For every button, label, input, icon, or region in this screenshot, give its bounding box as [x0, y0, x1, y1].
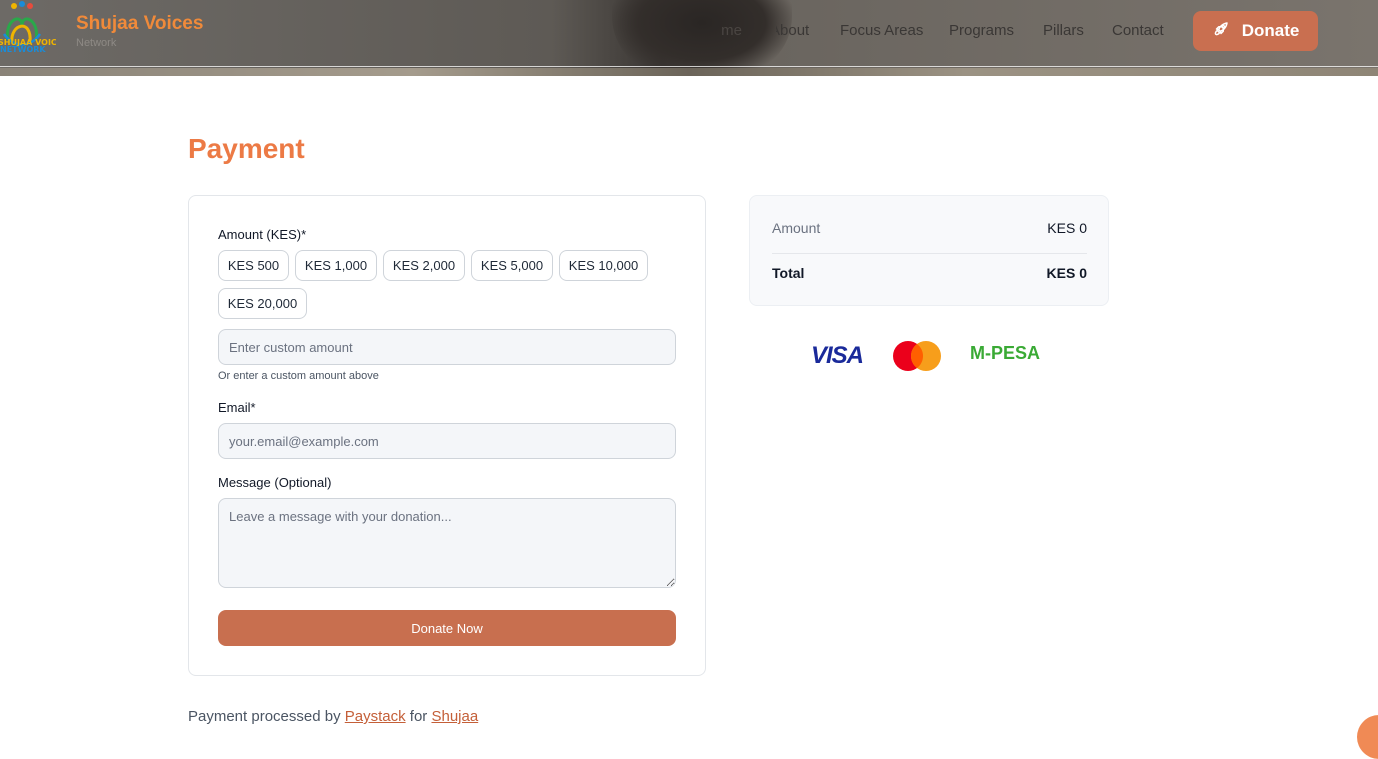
nav-contact[interactable]: Contact [1112, 22, 1164, 42]
summary-amount-value: KES 0 [1047, 220, 1087, 236]
message-label: Message (Optional) [218, 475, 332, 490]
preset-amount-2000[interactable]: KES 2,000 [383, 250, 465, 281]
summary-total-value: KES 0 [1046, 265, 1087, 281]
summary-amount-row: Amount KES 0 [772, 220, 1087, 236]
preset-amount-5000[interactable]: KES 5,000 [471, 250, 553, 281]
processor-prefix: Payment processed by [188, 708, 341, 725]
email-input[interactable] [218, 423, 676, 459]
summary-total-label: Total [772, 265, 805, 281]
summary-total-row: Total KES 0 [772, 265, 1087, 281]
hero-background-ground [0, 68, 1378, 76]
summary-amount-label: Amount [772, 220, 821, 236]
page-title: Payment [188, 133, 305, 164]
preset-amount-10000[interactable]: KES 10,000 [559, 250, 648, 281]
preset-amount-20000[interactable]: KES 20,000 [218, 288, 307, 319]
donation-form: Amount (KES)* KES 500 KES 1,000 KES 2,00… [188, 195, 706, 676]
shujaa-link[interactable]: Shujaa [431, 708, 478, 725]
header-divider [0, 66, 1378, 67]
payment-processor-note: Payment processed by Paystack for Shujaa [188, 708, 478, 725]
email-label: Email* [218, 400, 256, 415]
processor-middle: for [409, 708, 428, 725]
header-donate-label: Donate [1241, 21, 1300, 40]
nav-programs[interactable]: Programs [949, 22, 1014, 42]
scroll-to-top-button[interactable] [1357, 715, 1378, 759]
brand-title[interactable]: Shujaa Voices [76, 13, 203, 35]
hero-background-figure [612, 0, 792, 76]
preset-amount-500[interactable]: KES 500 [218, 250, 289, 281]
custom-amount-hint: Or enter a custom amount above [218, 370, 379, 382]
custom-amount-input[interactable] [218, 329, 676, 365]
brand-subtitle: Network [76, 37, 117, 49]
summary-divider [772, 253, 1087, 254]
donate-now-button[interactable]: Donate Now [218, 610, 676, 646]
visa-logo: VISA [811, 342, 864, 369]
site-header: SHUJAA VOICES NETWORK Shujaa Voices Netw… [0, 0, 1378, 76]
nav-pillars[interactable]: Pillars [1043, 22, 1084, 42]
site-logo[interactable]: SHUJAA VOICES NETWORK [0, 0, 68, 56]
rocket-icon [1212, 20, 1230, 43]
amount-label: Amount (KES)* [218, 227, 307, 242]
preset-amount-1000[interactable]: KES 1,000 [295, 250, 377, 281]
mastercard-logo [893, 341, 941, 371]
svg-text:NETWORK: NETWORK [0, 45, 46, 54]
message-textarea[interactable] [218, 498, 676, 588]
header-donate-button[interactable]: Donate [1193, 11, 1318, 51]
paystack-link[interactable]: Paystack [345, 708, 406, 725]
order-summary: Amount KES 0 Total KES 0 [749, 195, 1109, 306]
nav-focus-areas[interactable]: Focus Areas [840, 22, 923, 42]
mpesa-logo: M-PESA [970, 343, 1041, 363]
